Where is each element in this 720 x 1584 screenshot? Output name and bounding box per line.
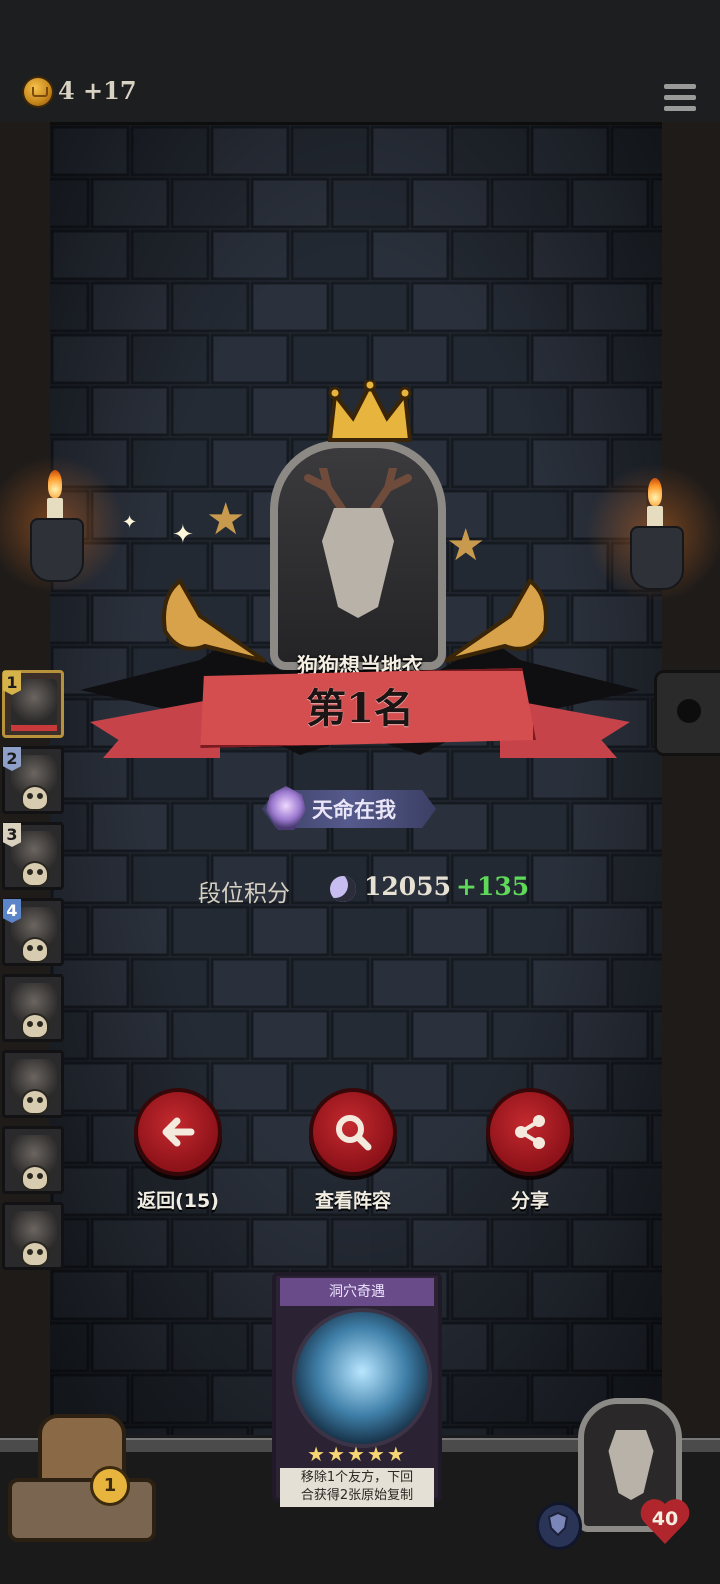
rank-item-7[interactable] [2, 1126, 64, 1194]
back-button-circle[interactable] [134, 1088, 222, 1176]
arrow-left-icon [162, 1117, 195, 1147]
hanging-star-icon: ★ [206, 494, 246, 545]
menu-icon[interactable] [664, 84, 696, 112]
shop-base [8, 1478, 156, 1542]
hanging-star-icon: ★ [446, 520, 486, 571]
flame-icon [648, 478, 662, 506]
card-title: 洞穴奇遇 [280, 1278, 434, 1306]
armor-shield-icon [536, 1502, 582, 1550]
right-pillar [659, 122, 720, 1452]
top-bar: 4 +17 [0, 0, 720, 125]
winner-portrait-frame [270, 440, 446, 670]
view-lineup-button[interactable]: 查看阵容 [293, 1088, 413, 1213]
gold-coin-icon [24, 78, 52, 106]
back-label: 返回(15) [137, 1190, 219, 1212]
card-desc-line2: 合获得2张原始复制 [300, 1488, 414, 1503]
view-lineup-circle[interactable] [309, 1088, 397, 1176]
deer-hero-face [608, 1430, 654, 1500]
rank-title: 第1名 [306, 685, 414, 732]
deer-portrait [322, 508, 394, 618]
rank-list: 1 2 3 4 [2, 670, 68, 1278]
right-wall-latch [654, 670, 720, 756]
card-art-moth [292, 1308, 432, 1448]
badge-text: 天命在我 [312, 798, 396, 822]
rank-number: 3 [3, 823, 21, 847]
rank-item-4[interactable]: 4 [2, 898, 64, 966]
skull-icon [21, 1165, 49, 1191]
flame-icon [48, 470, 62, 498]
skull-icon [21, 785, 49, 811]
view-lineup-label: 查看阵容 [314, 1190, 391, 1212]
rank-item-3[interactable]: 3 [2, 822, 64, 890]
skull-icon [21, 1241, 49, 1267]
health-value: 40 [651, 1508, 679, 1530]
card-star-rating: ★★★★★ [307, 1442, 407, 1466]
brick-pattern [50, 125, 662, 1435]
search-icon [336, 1115, 372, 1151]
sparkle-icon: ✦ [122, 512, 138, 533]
event-card[interactable]: 洞穴奇遇 ★★★★★ 移除1个友方，下回 合获得2张原始复制 [272, 1272, 442, 1507]
score-value: 12055 [364, 872, 451, 901]
health-bar [11, 725, 57, 731]
skull-icon [21, 1013, 49, 1039]
share-label: 分享 [510, 1190, 549, 1212]
rank-number: 4 [3, 899, 21, 923]
crown-icon [327, 380, 413, 442]
rank-item-8[interactable] [2, 1202, 64, 1270]
rank-score-row: 段位积分 12055 +135 [198, 872, 530, 908]
back-button[interactable]: 返回(15) [118, 1088, 238, 1213]
skull-icon [21, 1089, 49, 1115]
skull-icon [21, 861, 49, 887]
share-button-circle[interactable] [486, 1088, 574, 1176]
card-desc-line1: 移除1个友方，下回 [300, 1470, 414, 1485]
card-description: 移除1个友方，下回 合获得2张原始复制 [280, 1468, 434, 1507]
rank-item-2[interactable]: 2 [2, 746, 64, 814]
share-button[interactable]: 分享 [470, 1088, 590, 1213]
tavern-shop-button[interactable]: 1 [8, 1404, 156, 1542]
skull-icon [21, 937, 49, 963]
sparkle-icon: ✦ [172, 520, 194, 550]
coin-count: 4 +17 [58, 76, 137, 105]
score-label: 段位积分 [198, 881, 290, 907]
rank-number: 2 [3, 747, 21, 771]
rank-item-6[interactable] [2, 1050, 64, 1118]
share-icon [515, 1115, 545, 1149]
rank-item-1[interactable]: 1 [2, 670, 64, 738]
brick-wall [50, 125, 662, 1435]
tavern-tier-coin: 1 [90, 1466, 130, 1506]
moon-icon [330, 876, 356, 902]
score-delta: +135 [456, 872, 530, 901]
rank-item-5[interactable] [2, 974, 64, 1042]
